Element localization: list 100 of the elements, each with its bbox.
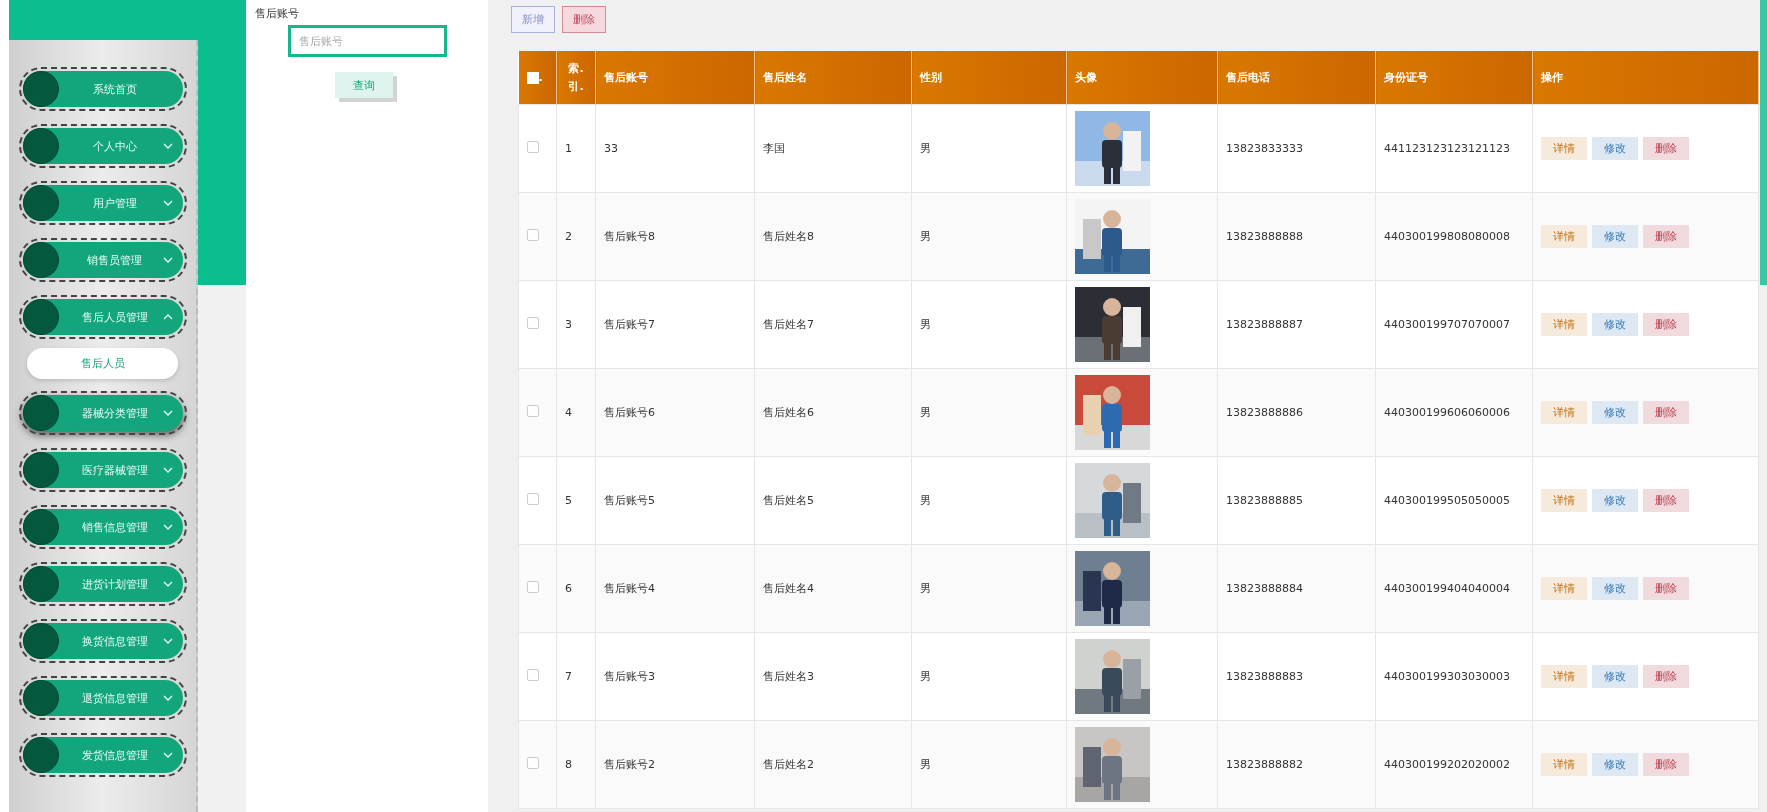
- table-cell: 13823888888: [1226, 230, 1303, 243]
- delete-button[interactable]: 删除: [1643, 665, 1689, 688]
- table-cell: 2: [565, 230, 572, 243]
- table-cell: 13823888882: [1226, 758, 1303, 771]
- row-checkbox[interactable]: [527, 229, 539, 241]
- delete-button[interactable]: 删除: [1643, 489, 1689, 512]
- table-cell: 440300199303030003: [1384, 670, 1510, 683]
- detail-button[interactable]: 详情: [1541, 665, 1587, 688]
- chevron-down-icon: [162, 255, 173, 265]
- table-cell: 售后姓名2: [763, 758, 814, 771]
- delete-button[interactable]: 删除: [1643, 137, 1689, 160]
- table-cell: 7: [565, 670, 572, 683]
- chevron-down-icon: [162, 579, 173, 589]
- nav-subitem[interactable]: 售后人员: [27, 348, 178, 379]
- chevron-down-icon: [162, 750, 173, 760]
- table-cell: 售后账号4: [604, 582, 655, 595]
- detail-button[interactable]: 详情: [1541, 137, 1587, 160]
- table-cell: 李国: [763, 142, 785, 155]
- header-text: 头像: [1075, 70, 1097, 85]
- table-cell: 3: [565, 318, 572, 331]
- table-cell: 售后账号3: [604, 670, 655, 683]
- chevron-down-icon: [162, 636, 173, 646]
- delete-button[interactable]: 删除: [1643, 577, 1689, 600]
- table-cell: 售后账号6: [604, 406, 655, 419]
- detail-button[interactable]: 详情: [1541, 313, 1587, 336]
- table-cell: 售后账号7: [604, 318, 655, 331]
- chevron-down-icon: [162, 141, 173, 151]
- add-button[interactable]: 新增: [511, 6, 555, 33]
- detail-button[interactable]: 详情: [1541, 753, 1587, 776]
- row-checkbox[interactable]: [527, 493, 539, 505]
- table-cell: 33: [604, 142, 618, 155]
- table-cell: 售后账号8: [604, 230, 655, 243]
- table-cell: 男: [920, 494, 931, 507]
- search-field[interactable]: 售后账号: [288, 25, 447, 57]
- table-cell: 售后姓名8: [763, 230, 814, 243]
- detail-button[interactable]: 详情: [1541, 489, 1587, 512]
- row-checkbox[interactable]: [527, 757, 539, 769]
- delete-button[interactable]: 删除: [562, 6, 606, 33]
- delete-button[interactable]: 删除: [1643, 225, 1689, 248]
- select-all-checkbox[interactable]: [526, 72, 539, 84]
- table-cell: 男: [920, 670, 931, 683]
- table-cell: 男: [920, 142, 931, 155]
- chevron-down-icon: [162, 465, 173, 475]
- table-cell: 13823888886: [1226, 406, 1303, 419]
- table-cell: 5: [565, 494, 572, 507]
- edit-button[interactable]: 修改: [1592, 665, 1638, 688]
- table-cell: 13823888883: [1226, 670, 1303, 683]
- chevron-up-icon: [162, 312, 173, 322]
- table-cell: 售后账号5: [604, 494, 655, 507]
- header-text: 身份证号: [1384, 70, 1428, 85]
- detail-button[interactable]: 详情: [1541, 401, 1587, 424]
- chevron-down-icon: [162, 408, 173, 418]
- row-checkbox[interactable]: [527, 405, 539, 417]
- table-cell: 441123123123121123: [1384, 142, 1510, 155]
- detail-button[interactable]: 详情: [1541, 577, 1587, 600]
- table-cell: 440300199404040004: [1384, 582, 1510, 595]
- delete-button[interactable]: 删除: [1643, 753, 1689, 776]
- search-label: 售后账号: [255, 6, 299, 21]
- header-text: 售后姓名: [763, 70, 807, 85]
- edit-button[interactable]: 修改: [1592, 225, 1638, 248]
- table-cell: 售后姓名6: [763, 406, 814, 419]
- table-cell: 440300199505050005: [1384, 494, 1510, 507]
- delete-button[interactable]: 删除: [1643, 313, 1689, 336]
- table-cell: 6: [565, 582, 572, 595]
- header-text: 操作: [1541, 70, 1563, 85]
- table-cell: 440300199707070007: [1384, 318, 1510, 331]
- table-cell: 13823888887: [1226, 318, 1303, 331]
- row-checkbox[interactable]: [527, 141, 539, 153]
- row-checkbox[interactable]: [527, 317, 539, 329]
- header-text: .: [538, 71, 543, 84]
- table-cell: 男: [920, 230, 931, 243]
- edit-button[interactable]: 修改: [1592, 137, 1638, 160]
- table-cell: 男: [920, 406, 931, 419]
- row-checkbox[interactable]: [527, 669, 539, 681]
- header-text: 性别: [920, 70, 942, 85]
- edit-button[interactable]: 修改: [1592, 489, 1638, 512]
- header-text: 售后账号: [604, 70, 648, 85]
- table-cell: 售后姓名4: [763, 582, 814, 595]
- chevron-down-icon: [162, 522, 173, 532]
- edit-button[interactable]: 修改: [1592, 401, 1638, 424]
- table-cell: 13823833333: [1226, 142, 1303, 155]
- edit-button[interactable]: 修改: [1592, 313, 1638, 336]
- table-cell: 13823888885: [1226, 494, 1303, 507]
- table-cell: 男: [920, 582, 931, 595]
- table-cell: 售后姓名5: [763, 494, 814, 507]
- table-cell: 售后姓名3: [763, 670, 814, 683]
- row-checkbox[interactable]: [527, 581, 539, 593]
- edit-button[interactable]: 修改: [1592, 577, 1638, 600]
- chevron-down-icon: [162, 693, 173, 703]
- edit-button[interactable]: 修改: [1592, 753, 1638, 776]
- table-cell: 440300199808080008: [1384, 230, 1510, 243]
- scrollbar[interactable]: [1760, 0, 1767, 285]
- table-cell: 售后账号2: [604, 758, 655, 771]
- table-cell: 13823888884: [1226, 582, 1303, 595]
- table-cell: 440300199202020002: [1384, 758, 1510, 771]
- table-cell: 8: [565, 758, 572, 771]
- table-cell: 440300199606060006: [1384, 406, 1510, 419]
- table-cell: 男: [920, 318, 931, 331]
- detail-button[interactable]: 详情: [1541, 225, 1587, 248]
- delete-button[interactable]: 删除: [1643, 401, 1689, 424]
